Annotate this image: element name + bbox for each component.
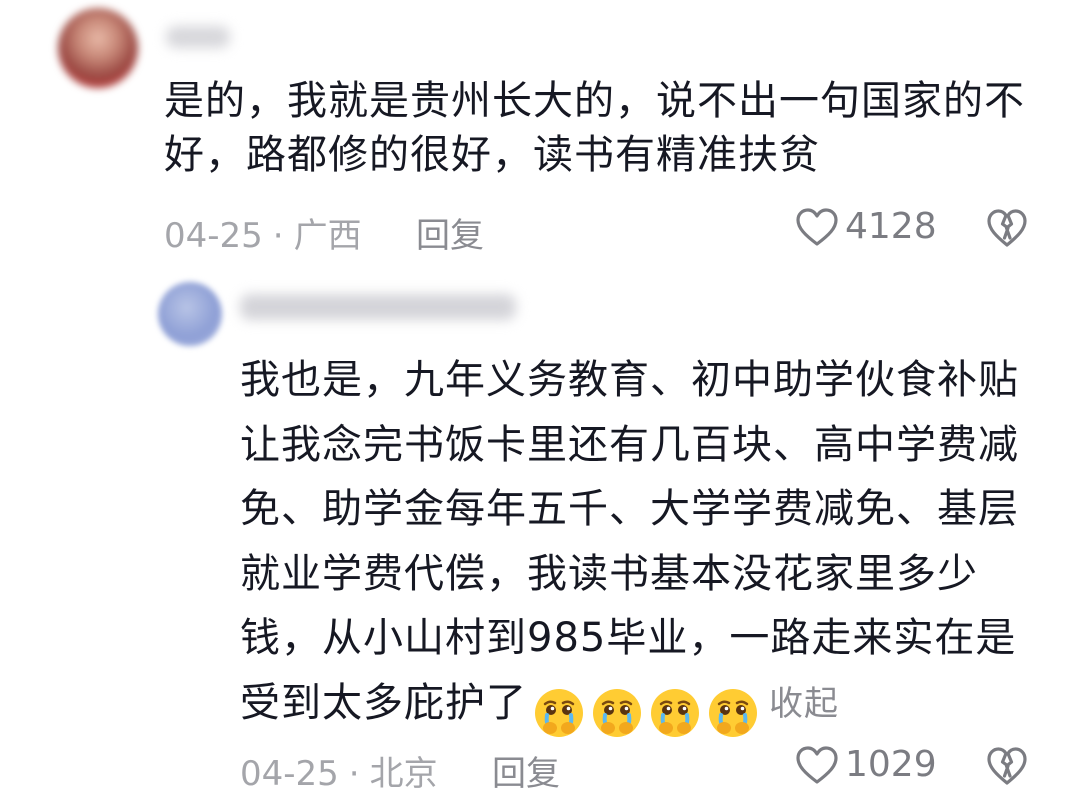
username-blurred[interactable]	[166, 26, 230, 48]
comment-location: 广西	[293, 216, 362, 256]
reply-comment-meta: 04-25 · 北京	[240, 746, 438, 795]
crying-face-emoji	[593, 688, 641, 737]
avatar[interactable]	[158, 282, 222, 346]
comment-meta: 04-25 · 广西	[164, 208, 362, 257]
comment-text: 是的，我就是贵州长大的，说不出一句国家的不好，路都修的很好，读书有精准扶贫	[164, 78, 1025, 178]
like-count: 4128	[845, 206, 937, 247]
comment-thread: 是的，我就是贵州长大的，说不出一句国家的不好，路都修的很好，读书有精准扶贫 04…	[0, 0, 1080, 801]
reply-comment-body: 我也是，九年义务教育、初中助学伙食补贴让我念完书饭卡里还有几百块、高中学费减免、…	[240, 357, 1019, 726]
heart-outline-icon	[796, 207, 838, 246]
heart-outline-icon	[796, 745, 838, 784]
crying-face-emoji	[651, 688, 699, 737]
like-button[interactable]: 4128	[795, 206, 937, 247]
meta-separator: ·	[272, 216, 284, 256]
reply-button[interactable]: 回复	[492, 746, 560, 795]
comment-date: 04-25	[164, 216, 263, 256]
reply-comment-text: 我也是，九年义务教育、初中助学伙食补贴让我念完书饭卡里还有几百块、高中学费减免、…	[240, 348, 1030, 743]
meta-separator: ·	[348, 754, 360, 794]
avatar[interactable]	[58, 8, 138, 88]
broken-heart-icon[interactable]	[986, 746, 1028, 786]
reply-button[interactable]: 回复	[416, 208, 484, 257]
like-button[interactable]: 1029	[795, 744, 937, 785]
comment-location: 北京	[369, 754, 438, 794]
like-count: 1029	[845, 744, 937, 785]
collapse-button[interactable]: 收起	[769, 684, 839, 724]
comment-date: 04-25	[240, 754, 339, 794]
crying-face-emoji	[709, 688, 757, 737]
emoji-group	[533, 679, 765, 744]
broken-heart-icon[interactable]	[986, 208, 1028, 248]
username-blurred[interactable]	[240, 294, 516, 320]
crying-face-emoji	[535, 688, 583, 737]
